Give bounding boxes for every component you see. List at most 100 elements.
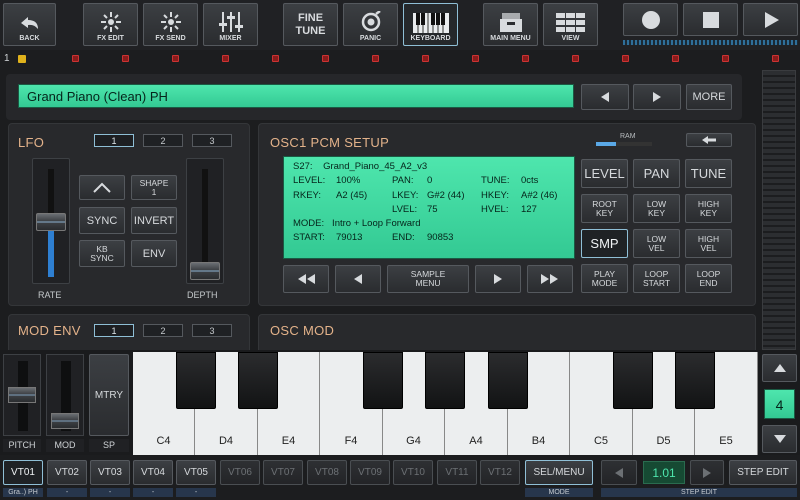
mod-env-tab-3[interactable]: 3: [192, 324, 232, 337]
octave-up-button[interactable]: [762, 354, 797, 382]
level-button[interactable]: LEVEL: [581, 159, 628, 188]
voice-track-vt02[interactable]: VT02: [47, 460, 87, 485]
sample-next-button[interactable]: [475, 265, 521, 293]
piano-key-d-sharp-5[interactable]: [675, 352, 715, 409]
rate-slider-thumb[interactable]: [36, 213, 66, 231]
tune-button[interactable]: TUNE: [685, 159, 732, 188]
shape-display[interactable]: SHAPE 1: [131, 175, 177, 200]
voice-track-vt05[interactable]: VT05: [176, 460, 216, 485]
right-scroll-strip[interactable]: [762, 70, 796, 350]
more-button[interactable]: MORE: [686, 84, 732, 110]
play-button[interactable]: [743, 3, 798, 36]
depth-slider-thumb[interactable]: [190, 262, 220, 280]
lfo-tab-2[interactable]: 2: [143, 134, 183, 147]
piano-key-f-sharp-4[interactable]: [363, 352, 403, 409]
sample-menu-button[interactable]: SAMPLE MENU: [387, 265, 469, 293]
play-mode-button[interactable]: PLAY MODE: [581, 264, 628, 293]
record-button[interactable]: [623, 3, 678, 36]
track-led[interactable]: [622, 55, 629, 62]
piano-key-c-sharp-4[interactable]: [176, 352, 216, 409]
track-led[interactable]: [372, 55, 379, 62]
view-button[interactable]: VIEW: [543, 3, 598, 46]
step-prev-button[interactable]: [601, 460, 637, 485]
track-led[interactable]: [172, 55, 179, 62]
step-next-button[interactable]: [690, 460, 724, 485]
depth-slider[interactable]: [186, 158, 224, 284]
sel-menu-button[interactable]: SEL/MENU: [525, 460, 593, 485]
sample-prev-button[interactable]: [335, 265, 381, 293]
step-edit-button[interactable]: STEP EDIT: [729, 460, 797, 485]
voice-track-vt09[interactable]: VT09: [350, 460, 390, 485]
lfo-shape-up-button[interactable]: [79, 175, 125, 200]
track-led[interactable]: [422, 55, 429, 62]
track-led[interactable]: [472, 55, 479, 62]
track-led[interactable]: [772, 55, 779, 62]
high-key-button[interactable]: HIGH KEY: [685, 194, 732, 223]
env-button[interactable]: ENV: [131, 240, 177, 267]
track-led[interactable]: [72, 55, 79, 62]
preset-next-button[interactable]: [633, 84, 681, 110]
loop-start-button[interactable]: LOOP START: [633, 264, 680, 293]
pitch-wheel[interactable]: [3, 354, 41, 436]
voice-track-vt11[interactable]: VT11: [437, 460, 477, 485]
mixer-button[interactable]: MIXER: [203, 3, 258, 46]
kb-sync-button[interactable]: KB SYNC: [79, 240, 125, 267]
pitch-wheel-thumb[interactable]: [8, 387, 36, 403]
track-1-indicator[interactable]: [18, 55, 26, 63]
root-key-button[interactable]: ROOT KEY: [581, 194, 628, 223]
back-button[interactable]: BACK: [3, 3, 56, 46]
sample-forward-button[interactable]: [527, 265, 573, 293]
track-led[interactable]: [722, 55, 729, 62]
track-led[interactable]: [572, 55, 579, 62]
voice-track-vt10[interactable]: VT10: [393, 460, 433, 485]
pan-button[interactable]: PAN: [633, 159, 680, 188]
fx-send-button[interactable]: FX SEND: [143, 3, 198, 46]
main-menu-button[interactable]: MAIN MENU: [483, 3, 538, 46]
low-vel-button[interactable]: LOW VEL: [633, 229, 680, 258]
voice-track-vt08[interactable]: VT08: [307, 460, 347, 485]
voice-track-vt07[interactable]: VT07: [263, 460, 303, 485]
track-led[interactable]: [272, 55, 279, 62]
voice-track-vt06[interactable]: VT06: [220, 460, 260, 485]
piano-key-g-sharp-4[interactable]: [425, 352, 465, 409]
high-vel-line2: VEL: [700, 242, 717, 253]
lfo-tab-1[interactable]: 1: [94, 134, 134, 147]
piano-key-a-sharp-4[interactable]: [488, 352, 528, 409]
lfo-tab-3[interactable]: 3: [192, 134, 232, 147]
sample-rewind-button[interactable]: [283, 265, 329, 293]
high-vel-button[interactable]: HIGH VEL: [685, 229, 732, 258]
octave-down-button[interactable]: [762, 425, 797, 453]
keyboard-button[interactable]: KEYBOARD: [403, 3, 458, 46]
loop-end-button[interactable]: LOOP END: [685, 264, 732, 293]
mtry-button[interactable]: MTRY: [89, 354, 129, 436]
panic-button[interactable]: PANIC: [343, 3, 398, 46]
triangle-left-icon: [601, 92, 609, 102]
voice-track-vt12[interactable]: VT12: [480, 460, 520, 485]
piano-key-c-sharp-5[interactable]: [613, 352, 653, 409]
sync-button[interactable]: SYNC: [79, 207, 125, 234]
track-led[interactable]: [522, 55, 529, 62]
voice-track-vt01[interactable]: VT01: [3, 460, 43, 485]
preset-prev-button[interactable]: [581, 84, 629, 110]
low-key-button[interactable]: LOW KEY: [633, 194, 680, 223]
mod-env-tab-2[interactable]: 2: [143, 324, 183, 337]
rate-slider[interactable]: [32, 158, 70, 284]
voice-track-vt04[interactable]: VT04: [133, 460, 173, 485]
stop-button[interactable]: [683, 3, 738, 36]
mod-env-tab-1[interactable]: 1: [94, 324, 134, 337]
osc1-back-button[interactable]: [686, 133, 732, 147]
smp-button[interactable]: SMP: [581, 229, 628, 258]
fine-tune-button[interactable]: FINE TUNE: [283, 3, 338, 46]
fx-edit-button[interactable]: FX EDIT: [83, 3, 138, 46]
preset-name-display[interactable]: Grand Piano (Clean) PH: [18, 84, 574, 108]
track-led[interactable]: [672, 55, 679, 62]
track-led[interactable]: [222, 55, 229, 62]
voice-track-vt03[interactable]: VT03: [90, 460, 130, 485]
mod-wheel[interactable]: [46, 354, 84, 436]
lcd-start-label: START:: [293, 232, 325, 244]
piano-key-d-sharp-4[interactable]: [238, 352, 278, 409]
mod-wheel-thumb[interactable]: [51, 413, 79, 429]
track-led[interactable]: [122, 55, 129, 62]
invert-button[interactable]: INVERT: [131, 207, 177, 234]
track-led[interactable]: [322, 55, 329, 62]
